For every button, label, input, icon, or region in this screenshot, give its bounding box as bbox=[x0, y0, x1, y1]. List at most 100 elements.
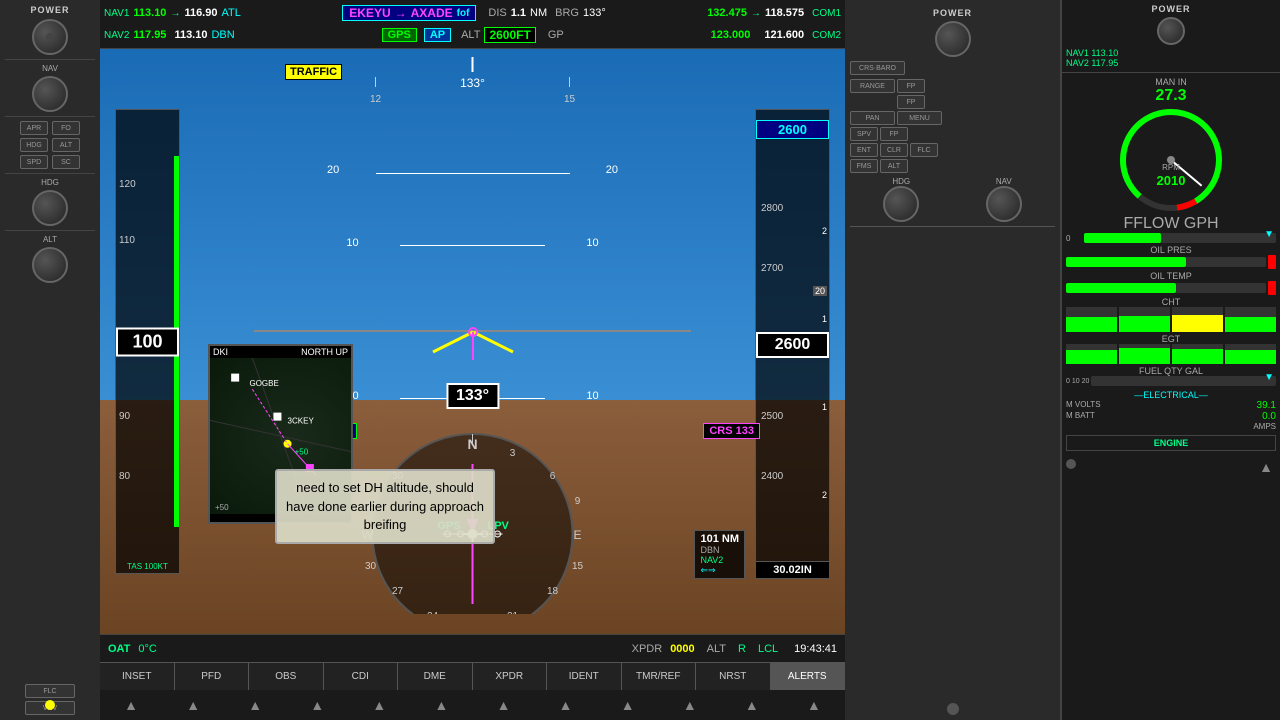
map-scale-label: DKI bbox=[213, 347, 228, 357]
btn-arrow-0[interactable]: ▲ bbox=[100, 690, 162, 720]
fo-btn[interactable]: FO bbox=[52, 121, 80, 135]
crs-baro-section: CRS·BARO bbox=[850, 61, 1055, 75]
power-knob[interactable] bbox=[32, 19, 68, 55]
svg-text:21: 21 bbox=[507, 611, 519, 614]
right-nav-section: NAV bbox=[986, 177, 1022, 222]
softkey-xpdr[interactable]: XPDR bbox=[473, 663, 548, 690]
oil-pres-gauge bbox=[1066, 255, 1276, 269]
softkey-nrst[interactable]: NRST bbox=[696, 663, 771, 690]
crs-baro-btn[interactable]: CRS·BARO bbox=[850, 61, 905, 75]
btn-arrow-4[interactable]: ▲ bbox=[348, 690, 410, 720]
spd-btn[interactable]: SPD bbox=[20, 155, 48, 169]
nav-dist: 101 NM bbox=[700, 533, 739, 545]
as-tick-90: 90 bbox=[119, 411, 130, 422]
btn-arrow-8[interactable]: ▲ bbox=[597, 690, 659, 720]
right-hdg-section: HDG bbox=[883, 177, 919, 222]
oil-temp-red bbox=[1268, 281, 1276, 295]
oat-value: 0°C bbox=[138, 643, 156, 655]
right-nav-knob[interactable] bbox=[986, 186, 1022, 222]
right-hdg-knob[interactable] bbox=[883, 186, 919, 222]
svg-text:30: 30 bbox=[365, 561, 377, 572]
cht-bar-3-fill bbox=[1172, 315, 1223, 333]
btn-arrow-11[interactable]: ▲ bbox=[783, 690, 845, 720]
ent-btn[interactable]: ENT bbox=[850, 143, 878, 157]
softkey-obs[interactable]: OBS bbox=[249, 663, 324, 690]
status-led bbox=[45, 700, 55, 710]
nav2-label: NAV2 bbox=[104, 30, 129, 41]
softkey-inset[interactable]: INSET bbox=[100, 663, 175, 690]
alt-knob-label: ALT bbox=[43, 235, 57, 244]
cht-bar-2 bbox=[1119, 307, 1170, 332]
btn-arrow-5[interactable]: ▲ bbox=[410, 690, 472, 720]
softkey-alerts[interactable]: ALERTS bbox=[771, 663, 846, 690]
far-right-arrow-up[interactable]: ▲ bbox=[1256, 459, 1276, 475]
btn-arrow-7[interactable]: ▲ bbox=[535, 690, 597, 720]
cht-bar-1-fill bbox=[1066, 317, 1117, 332]
heading-current-box: 133° bbox=[446, 383, 499, 409]
oil-pres-red bbox=[1268, 255, 1276, 269]
oil-temp-label: OIL TEMP bbox=[1066, 271, 1276, 281]
dis-label: DIS bbox=[488, 7, 506, 19]
spv-btn[interactable]: SPV bbox=[850, 127, 878, 141]
egt-bar-2-fill bbox=[1119, 348, 1170, 364]
nav1-standby-freq: 116.90 bbox=[184, 7, 217, 19]
softkey-cdi[interactable]: CDI bbox=[324, 663, 399, 690]
comment-box: need to set DH altitude, should have don… bbox=[275, 469, 495, 544]
right-knob-section: HDG NAV bbox=[850, 177, 1055, 222]
button-row: ▲ ▲ ▲ ▲ ▲ ▲ ▲ ▲ ▲ ▲ ▲ ▲ bbox=[100, 690, 845, 720]
xpdr-code: 0000 bbox=[670, 643, 694, 655]
route-arrow: → bbox=[395, 6, 407, 20]
btn-arrow-10[interactable]: ▲ bbox=[721, 690, 783, 720]
fms-btn[interactable]: FMS bbox=[850, 159, 878, 173]
right-power-knob[interactable] bbox=[935, 21, 971, 57]
heading-current-value: 133° bbox=[456, 387, 489, 404]
far-nav2: NAV2 117.95 bbox=[1066, 58, 1276, 68]
softkey-dme[interactable]: DME bbox=[398, 663, 473, 690]
alt2-btn[interactable]: ALT bbox=[880, 159, 908, 173]
egt-bar-4-fill bbox=[1225, 350, 1276, 364]
flc2-btn[interactable]: FLC bbox=[910, 143, 938, 157]
fp-btn[interactable]: FP bbox=[897, 79, 925, 93]
apr-btn[interactable]: APR bbox=[20, 121, 48, 135]
fuel-qty-label: FUEL QTY GAL bbox=[1066, 366, 1276, 376]
btn-arrow-6[interactable]: ▲ bbox=[472, 690, 534, 720]
svg-text:6: 6 bbox=[550, 471, 556, 482]
egt-bar-3 bbox=[1172, 344, 1223, 364]
heading-arc: 133° 12 15 bbox=[230, 57, 715, 107]
btn-arrow-9[interactable]: ▲ bbox=[659, 690, 721, 720]
nav-type: NAV2 bbox=[700, 555, 739, 565]
flc-btn[interactable]: FLC bbox=[25, 684, 75, 698]
left-alt-knob-section: ALT bbox=[5, 230, 95, 283]
softkey-pfd[interactable]: PFD bbox=[175, 663, 250, 690]
cht-bar-1 bbox=[1066, 307, 1117, 332]
top-row2: NAV2 117.95 113.10 DBN GPS AP ALT 2600FT… bbox=[104, 24, 841, 46]
softkey-ident[interactable]: IDENT bbox=[547, 663, 622, 690]
fp3-btn[interactable]: FP bbox=[880, 127, 908, 141]
far-right-power-knob[interactable] bbox=[1157, 17, 1185, 45]
range-btn[interactable]: RANGE bbox=[850, 79, 895, 93]
fflow-gauge: 0 ▼ bbox=[1066, 233, 1276, 243]
nav-knob[interactable] bbox=[32, 76, 68, 112]
fflow-label: FFLOW GPH bbox=[1123, 215, 1218, 233]
svg-text:+50: +50 bbox=[295, 448, 309, 457]
fp2-btn[interactable]: FP bbox=[897, 95, 925, 109]
softkey-tmrref[interactable]: TMR/REF bbox=[622, 663, 697, 690]
hdg-btn[interactable]: HDG bbox=[20, 138, 48, 152]
hdg-knob[interactable] bbox=[32, 190, 68, 226]
sc-btn[interactable]: SC bbox=[52, 155, 80, 169]
atl-label: ATL bbox=[221, 7, 240, 19]
menu-btn[interactable]: MENU bbox=[897, 111, 942, 125]
hdg-knob-label: HDG bbox=[41, 178, 59, 187]
btn-arrow-3[interactable]: ▲ bbox=[286, 690, 348, 720]
pan-btn[interactable]: PAN bbox=[850, 111, 895, 125]
right-hdg-label: HDG bbox=[892, 177, 910, 186]
lcl-label: LCL bbox=[758, 643, 778, 655]
alt-btn[interactable]: ALT bbox=[52, 138, 80, 152]
btn-arrow-2[interactable]: ▲ bbox=[224, 690, 286, 720]
clr-btn[interactable]: CLR bbox=[880, 143, 908, 157]
btn-arrow-1[interactable]: ▲ bbox=[162, 690, 224, 720]
alt-knob[interactable] bbox=[32, 247, 68, 283]
svg-text:15: 15 bbox=[564, 94, 576, 105]
right-led bbox=[947, 703, 959, 715]
top-bar: NAV1 113.10 → 116.90 ATL EKEYU → AXADE f… bbox=[100, 0, 845, 49]
